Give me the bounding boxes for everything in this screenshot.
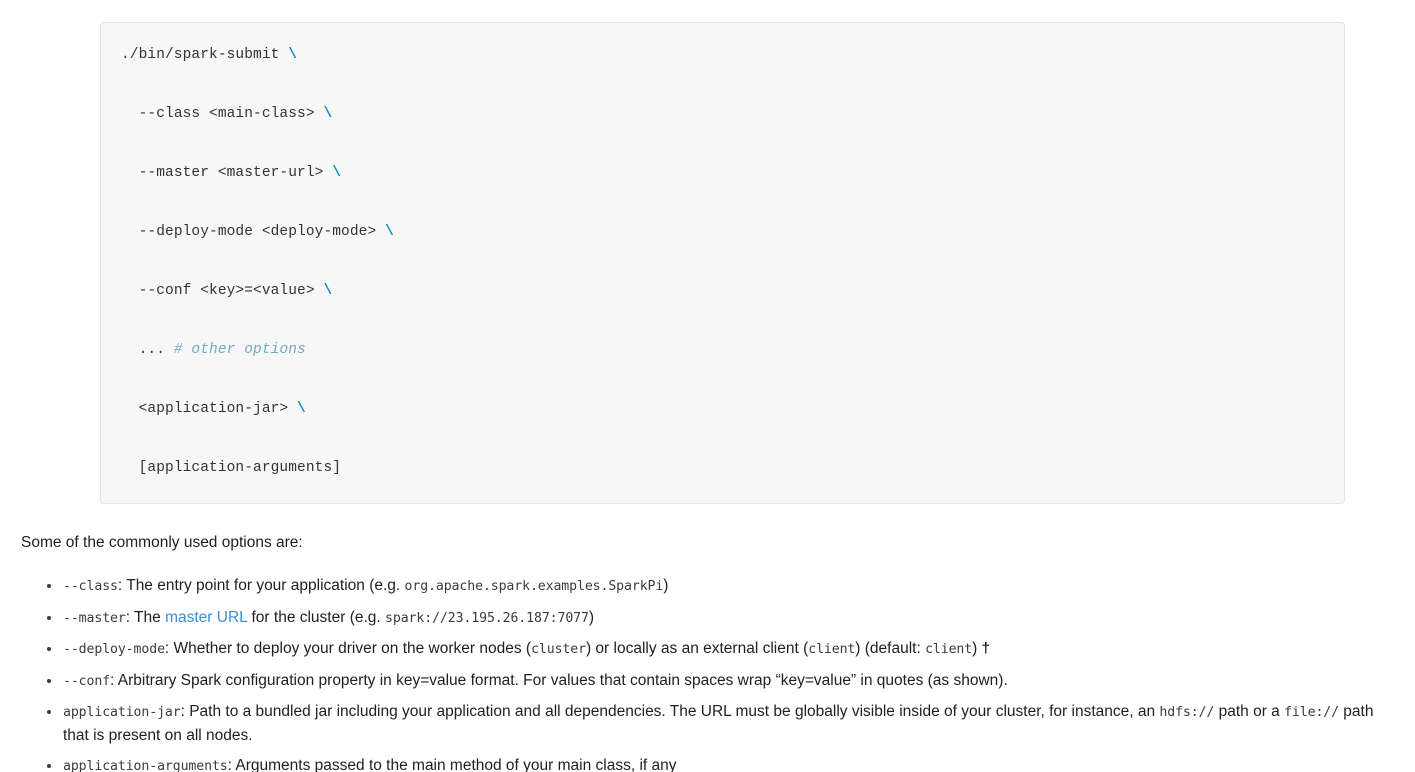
code-block-content: ./bin/spark-submit \ --class <main-class… <box>121 41 1324 483</box>
option-text: : Arguments passed to the main method of… <box>227 757 677 772</box>
inline-code: cluster <box>531 642 586 657</box>
line-continuation-token: \ <box>323 106 333 122</box>
code-line: --conf <key>=<value> \ <box>121 277 1324 306</box>
line-continuation-token: \ <box>288 47 298 63</box>
code-body: ./bin/spark-submit \ --class <main-class… <box>121 41 1324 483</box>
code-line: <application-jar> \ <box>121 395 1324 424</box>
option-item-application-jar: application-jar: Path to a bundled jar i… <box>47 701 1401 747</box>
code-text: --deploy-mode <deploy-mode> <box>138 224 386 240</box>
inline-code: org.apache.spark.examples.SparkPi <box>404 579 664 594</box>
master-url-link[interactable]: master URL <box>165 609 247 626</box>
option-text: ) <box>588 608 595 626</box>
code-line: ./bin/spark-submit \ <box>121 41 1324 70</box>
option-text: : Arbitrary Spark configuration property… <box>110 671 1008 689</box>
line-continuation-token: \ <box>385 224 394 240</box>
code-block-spark-submit: ./bin/spark-submit \ --class <main-class… <box>100 22 1345 504</box>
inline-code: --conf <box>63 673 111 689</box>
code-text: [application-arguments] <box>138 460 342 476</box>
lead-paragraph: Some of the commonly used options are: <box>21 534 303 551</box>
inline-code: spark://23.195.26.187:7077 <box>385 610 589 626</box>
code-text: --conf <key>=<value> <box>138 283 324 299</box>
code-line: --class <main-class> \ <box>121 100 1324 129</box>
inline-code: --master <box>63 610 126 626</box>
inline-code: hdfs:// <box>1159 705 1215 720</box>
options-list: --class: The entry point for your applic… <box>14 575 1401 772</box>
option-text: ) (default: <box>855 640 926 657</box>
line-continuation-token: \ <box>297 401 306 417</box>
option-item-conf: --conf: Arbitrary Spark configuration pr… <box>47 670 1401 694</box>
code-line: --master <master-url> \ <box>121 159 1324 188</box>
option-text: for the cluster (e.g. <box>247 608 386 626</box>
option-text: ) <box>663 577 669 594</box>
inline-code: client <box>808 642 856 657</box>
inline-code: client <box>925 642 973 657</box>
option-item-class: --class: The entry point for your applic… <box>47 575 1401 599</box>
inline-code: --deploy-mode <box>63 642 165 657</box>
option-item-application-arguments: application-arguments: Arguments passed … <box>47 755 1401 772</box>
footnote-dagger-icon: † <box>981 640 990 657</box>
option-item-master: --master: The master URL for the cluster… <box>47 607 1401 631</box>
option-text: : The entry point for your application (… <box>117 577 405 594</box>
code-text: --class <main-class> <box>138 106 324 122</box>
inline-code: application-jar <box>63 705 181 720</box>
documentation-page: ./bin/spark-submit \ --class <main-class… <box>0 22 1415 772</box>
code-line: ... # other options <box>121 336 1324 365</box>
code-text: <application-jar> <box>138 401 298 417</box>
code-line: [application-arguments] <box>121 454 1324 483</box>
option-text: ) <box>972 640 982 657</box>
code-comment: # other options <box>173 342 306 358</box>
option-item-deploy-mode: --deploy-mode: Whether to deploy your dr… <box>47 638 1401 662</box>
code-text: --master <master-url> <box>138 165 333 181</box>
line-continuation-token: \ <box>323 283 333 299</box>
inline-code: file:// <box>1284 705 1339 720</box>
option-text: : The <box>125 608 166 626</box>
inline-code: application-arguments <box>63 759 228 772</box>
option-text: : Whether to deploy your driver on the w… <box>164 640 532 657</box>
code-line: --deploy-mode <deploy-mode> \ <box>121 218 1324 247</box>
inline-code: --class <box>63 579 118 594</box>
option-text: ) or locally as an external client ( <box>585 640 809 657</box>
option-text: path or a <box>1214 703 1285 720</box>
option-text: : Path to a bundled jar including your a… <box>180 703 1160 720</box>
code-text: ... <box>138 342 174 358</box>
code-text: ./bin/spark-submit <box>121 47 289 63</box>
line-continuation-token: \ <box>332 165 342 181</box>
